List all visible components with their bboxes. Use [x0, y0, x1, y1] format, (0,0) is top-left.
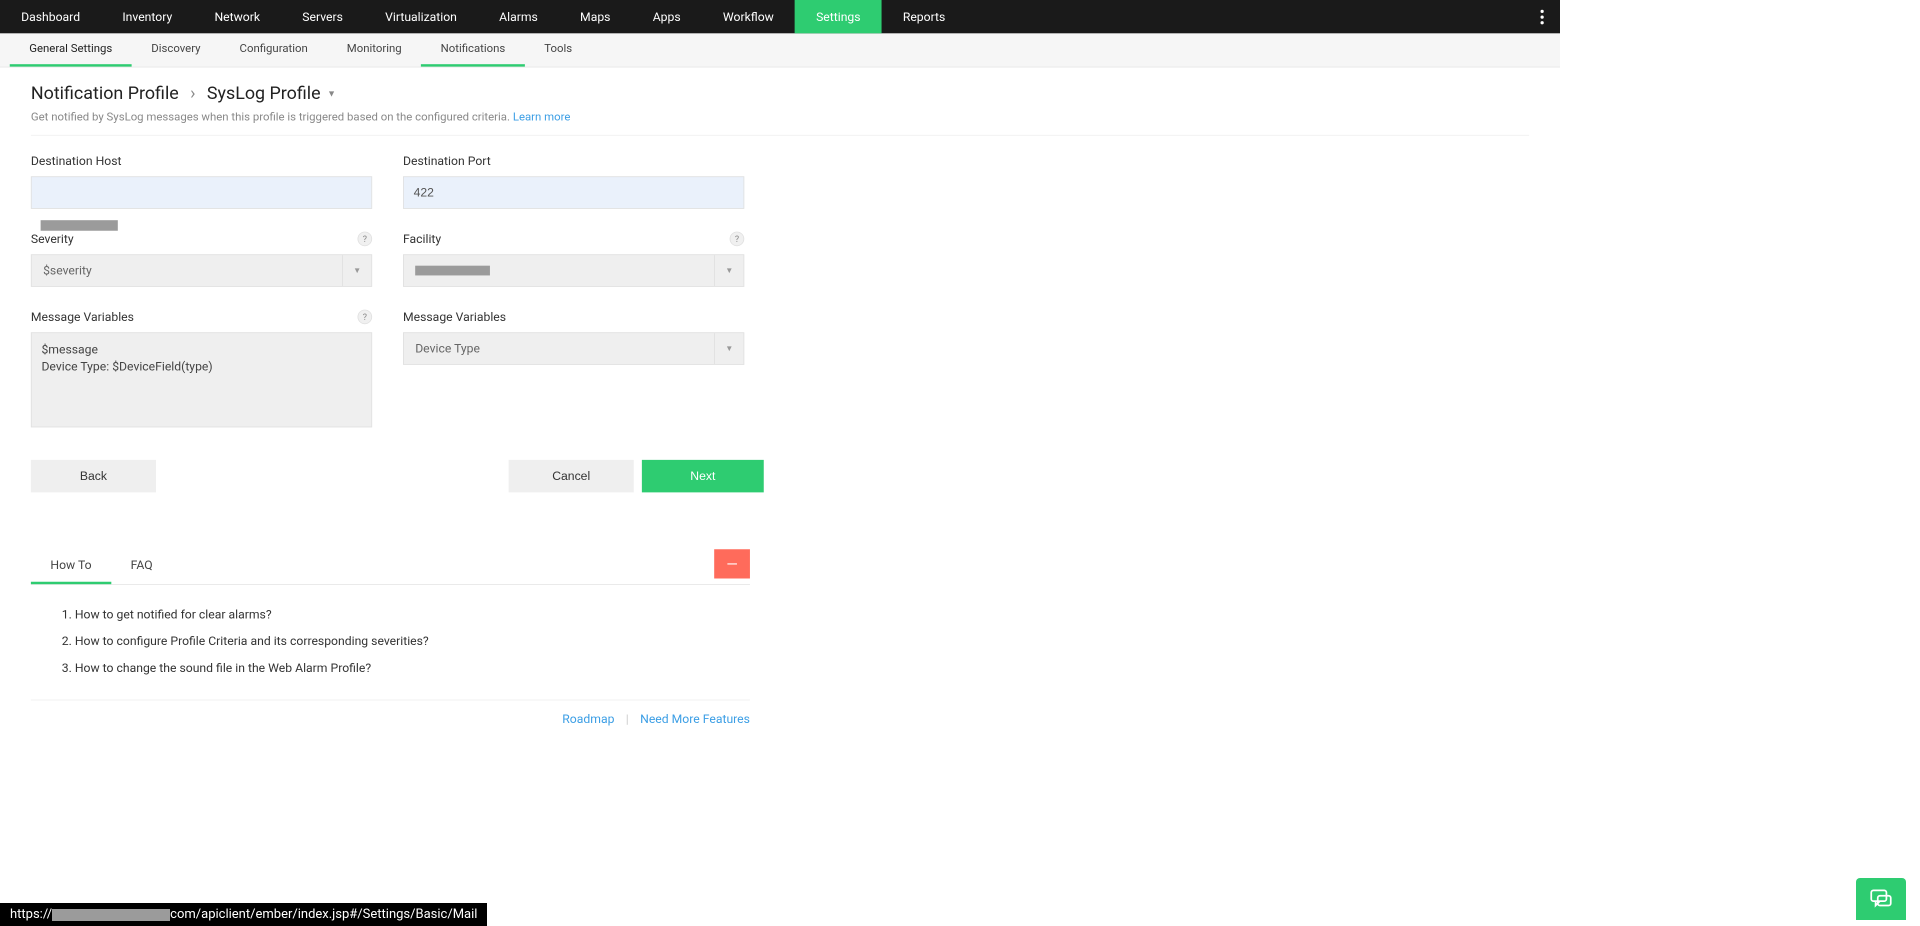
- tab-how-to[interactable]: How To: [31, 549, 111, 584]
- select-facility[interactable]: . ▼: [403, 254, 744, 287]
- label-destination-host: Destination Host: [31, 154, 372, 169]
- top-nav: Dashboard Inventory Network Servers Virt…: [0, 0, 1560, 33]
- help-icon[interactable]: ?: [730, 232, 745, 247]
- content-area: Notification Profile › SysLog Profile ▼ …: [0, 67, 1560, 750]
- label-destination-port: Destination Port: [403, 154, 744, 169]
- field-severity: Severity ? $severity ▼: [31, 232, 372, 287]
- nav-apps[interactable]: Apps: [632, 0, 702, 33]
- help-footer: Roadmap | Need More Features: [31, 700, 750, 727]
- form: Destination Host Destination Port Severi…: [31, 154, 1529, 431]
- sub-nav: General Settings Discovery Configuration…: [0, 33, 1560, 67]
- help-list: 1. How to get notified for clear alarms?…: [31, 585, 750, 700]
- field-message-variables-text: Message Variables ?: [31, 310, 372, 431]
- nav-reports[interactable]: Reports: [882, 0, 967, 33]
- subnav-monitoring[interactable]: Monitoring: [327, 33, 421, 66]
- select-message-variables[interactable]: Device Type ▼: [403, 332, 744, 365]
- input-destination-host[interactable]: [31, 176, 372, 209]
- subnav-tools[interactable]: Tools: [525, 33, 592, 66]
- nav-inventory[interactable]: Inventory: [101, 0, 193, 33]
- label-facility: Facility: [403, 232, 441, 247]
- cancel-button[interactable]: Cancel: [509, 460, 634, 493]
- status-url-prefix: https://: [10, 907, 52, 922]
- caret-down-icon: ▼: [714, 255, 743, 286]
- chat-icon: [1868, 886, 1894, 912]
- nav-settings[interactable]: Settings: [795, 0, 882, 33]
- next-button[interactable]: Next: [642, 460, 764, 493]
- select-value: Device Type: [415, 341, 480, 356]
- subnav-configuration[interactable]: Configuration: [220, 33, 327, 66]
- nav-network[interactable]: Network: [193, 0, 281, 33]
- textarea-message-variables[interactable]: [31, 332, 372, 427]
- back-button[interactable]: Back: [31, 460, 156, 493]
- help-item[interactable]: 1. How to get notified for clear alarms?: [62, 601, 719, 628]
- field-destination-port: Destination Port: [403, 154, 744, 209]
- breadcrumb-current[interactable]: SysLog Profile: [207, 84, 321, 104]
- help-item[interactable]: 3. How to change the sound file in the W…: [62, 655, 719, 682]
- select-severity[interactable]: $severity ▼: [31, 254, 372, 287]
- tab-faq[interactable]: FAQ: [111, 549, 172, 584]
- caret-down-icon: ▼: [342, 255, 371, 286]
- nav-virtualization[interactable]: Virtualization: [364, 0, 478, 33]
- field-facility: Facility ? . ▼: [403, 232, 744, 287]
- caret-down-icon: ▼: [714, 333, 743, 364]
- help-icon[interactable]: ?: [358, 232, 373, 247]
- nav-dashboard[interactable]: Dashboard: [0, 0, 101, 33]
- status-bar: https:// com/apiclient/ember/index.jsp#/S…: [0, 903, 487, 926]
- learn-more-link[interactable]: Learn more: [513, 111, 571, 124]
- subtitle-text: Get notified by SysLog messages when thi…: [31, 111, 510, 124]
- nav-more-menu[interactable]: [1541, 0, 1544, 33]
- page-subtitle: Get notified by SysLog messages when thi…: [31, 111, 1529, 124]
- subnav-notifications[interactable]: Notifications: [421, 33, 525, 66]
- field-message-variables-select: Message Variables Device Type ▼: [403, 310, 744, 431]
- nav-alarms[interactable]: Alarms: [478, 0, 559, 33]
- subnav-discovery[interactable]: Discovery: [132, 33, 220, 66]
- need-more-features-link[interactable]: Need More Features: [640, 712, 750, 727]
- divider: [31, 135, 1529, 136]
- collapse-button[interactable]: —: [714, 549, 750, 578]
- breadcrumb-parent[interactable]: Notification Profile: [31, 84, 179, 104]
- subnav-general-settings[interactable]: General Settings: [10, 33, 132, 66]
- help-section: How To FAQ — 1. How to get notified for …: [31, 549, 750, 726]
- button-row: Back Cancel Next: [31, 460, 1529, 493]
- status-url-suffix: com/apiclient/ember/index.jsp#/Settings/…: [170, 907, 477, 922]
- label-severity: Severity: [31, 232, 74, 247]
- help-tabs: How To FAQ —: [31, 549, 750, 585]
- chevron-right-icon: ›: [190, 84, 195, 104]
- redacted-value: .: [415, 266, 490, 276]
- nav-maps[interactable]: Maps: [559, 0, 632, 33]
- help-item[interactable]: 2. How to configure Profile Criteria and…: [62, 628, 719, 655]
- nav-servers[interactable]: Servers: [281, 0, 364, 33]
- more-vertical-icon: [1541, 9, 1544, 24]
- help-icon[interactable]: ?: [358, 310, 373, 325]
- redacted-value: [41, 220, 118, 231]
- label-message-variables: Message Variables: [31, 310, 134, 325]
- redacted-value: [52, 909, 170, 921]
- chat-fab[interactable]: [1856, 878, 1906, 920]
- minus-icon: —: [726, 555, 737, 572]
- dropdown-caret-icon[interactable]: ▼: [327, 89, 336, 100]
- label-message-variables-select: Message Variables: [403, 310, 744, 325]
- field-destination-host: Destination Host: [31, 154, 372, 209]
- select-value: $severity: [43, 263, 92, 278]
- nav-workflow[interactable]: Workflow: [702, 0, 795, 33]
- breadcrumb: Notification Profile › SysLog Profile ▼: [31, 84, 1529, 104]
- separator: |: [626, 712, 629, 727]
- roadmap-link[interactable]: Roadmap: [562, 712, 614, 727]
- input-destination-port[interactable]: [403, 176, 744, 209]
